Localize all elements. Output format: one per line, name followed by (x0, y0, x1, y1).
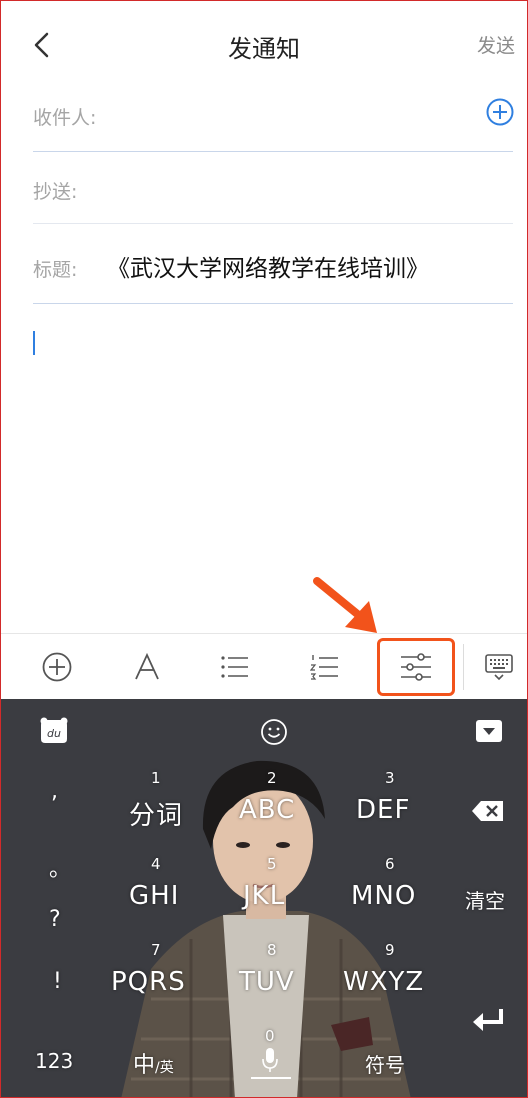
cc-label: 抄送: (33, 181, 78, 203)
key-8-num: 8 (267, 941, 277, 959)
key-9-wxyz[interactable]: WXYZ (343, 967, 424, 997)
cc-divider (33, 223, 513, 224)
number-switch-button[interactable]: 123 (35, 1049, 73, 1073)
ime-keyboard: du , 。 ? ! 1 2 3 4 5 6 7 8 9 分词 ABC DEF … (1, 699, 527, 1097)
subject-input[interactable]: 《武汉大学网络教学在线培训》 (107, 249, 429, 283)
punct-key-comma[interactable]: , (51, 779, 58, 804)
logo-text: du (47, 727, 61, 740)
header-bar: 发通知 发送 (1, 1, 527, 85)
key-2-abc[interactable]: ABC (239, 795, 295, 825)
font-style-button[interactable] (121, 634, 173, 700)
space-key[interactable]: 0 (229, 1027, 311, 1085)
screen-frame: 发通知 发送 收件人: 抄送: 标题: 《武汉大学网络教学在线培训》 du , … (0, 0, 528, 1098)
subject-label: 标题: (33, 259, 78, 281)
hide-keyboard-icon[interactable] (475, 719, 503, 743)
add-recipient-icon[interactable] (485, 97, 515, 127)
backspace-icon[interactable] (471, 799, 505, 823)
send-button[interactable]: 发送 (477, 31, 515, 58)
key-4-ghi[interactable]: GHI (129, 881, 179, 911)
key-7-num: 7 (151, 941, 161, 959)
key-6-num: 6 (385, 855, 395, 873)
insert-button[interactable] (31, 634, 83, 700)
highlight-box (377, 638, 455, 696)
microphone-icon (262, 1048, 278, 1072)
key-8-tuv[interactable]: TUV (239, 967, 295, 997)
bullet-list-button[interactable] (209, 634, 261, 700)
bullet-list-icon (221, 656, 248, 678)
add-circle-icon (42, 652, 72, 682)
key-3-num: 3 (385, 769, 395, 787)
key-2-num: 2 (267, 769, 277, 787)
keyboard-toggle-icon (485, 654, 513, 681)
enter-icon[interactable] (471, 1007, 507, 1033)
subject-divider (33, 303, 513, 304)
key-3-def[interactable]: DEF (356, 795, 410, 825)
key-9-num: 9 (385, 941, 395, 959)
punct-key-period[interactable]: 。 (49, 851, 71, 883)
numbered-list-button[interactable] (299, 634, 351, 700)
key-1-num: 1 (151, 769, 161, 787)
space-key-num: 0 (265, 1027, 275, 1045)
punct-key-question[interactable]: ? (49, 907, 61, 932)
clear-button[interactable]: 清空 (465, 885, 505, 914)
recipient-label: 收件人: (33, 107, 97, 129)
annotation-arrow-icon (313, 577, 377, 633)
emoji-icon[interactable] (259, 717, 289, 747)
toolbar-divider (463, 644, 464, 690)
text-cursor (33, 331, 35, 355)
editor-toolbar (1, 633, 527, 700)
key-4-num: 4 (151, 855, 161, 873)
lang-switch-main: 中 (133, 1053, 156, 1078)
punct-key-exclaim[interactable]: ! (53, 969, 62, 994)
space-bar-line (251, 1077, 291, 1079)
key-7-pqrs[interactable]: PQRS (111, 967, 186, 997)
lang-switch-button[interactable]: 中/英 (133, 1047, 174, 1079)
page-title: 发通知 (228, 35, 300, 63)
key-6-mno[interactable]: MNO (351, 881, 416, 911)
body-editor[interactable] (1, 307, 527, 631)
symbol-button[interactable]: 符号 (365, 1049, 405, 1078)
recipient-divider (33, 151, 513, 152)
numbered-list-icon (310, 655, 338, 680)
keyboard-toggle-button[interactable] (475, 634, 523, 700)
key-5-jkl[interactable]: JKL (243, 881, 285, 911)
font-style-icon (135, 652, 159, 680)
key-1-segment[interactable]: 分词 (129, 795, 183, 832)
lang-switch-sub: /英 (155, 1060, 174, 1076)
key-5-num: 5 (267, 855, 277, 873)
baidu-logo-icon[interactable]: du (37, 717, 71, 745)
